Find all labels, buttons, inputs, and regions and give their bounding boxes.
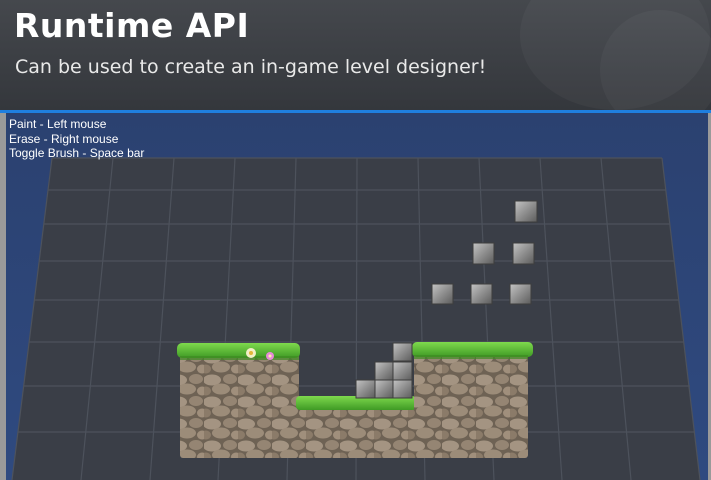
hint-toggle-brush: Toggle Brush - Space bar xyxy=(9,146,145,160)
controls-hint: Paint - Left mouse Erase - Right mouse T… xyxy=(9,117,144,161)
viewport-frame-left xyxy=(0,113,6,480)
scene-canvas[interactable] xyxy=(0,0,711,480)
terrain-middle-floor[interactable] xyxy=(296,396,416,458)
hint-paint: Paint - Left mouse xyxy=(9,117,107,131)
flower-icon xyxy=(266,352,274,360)
terrain-right-pillar[interactable] xyxy=(412,342,533,458)
hint-erase: Erase - Right mouse xyxy=(9,131,119,146)
flower-icon xyxy=(246,348,256,358)
terrain-left-pillar[interactable] xyxy=(177,343,300,458)
